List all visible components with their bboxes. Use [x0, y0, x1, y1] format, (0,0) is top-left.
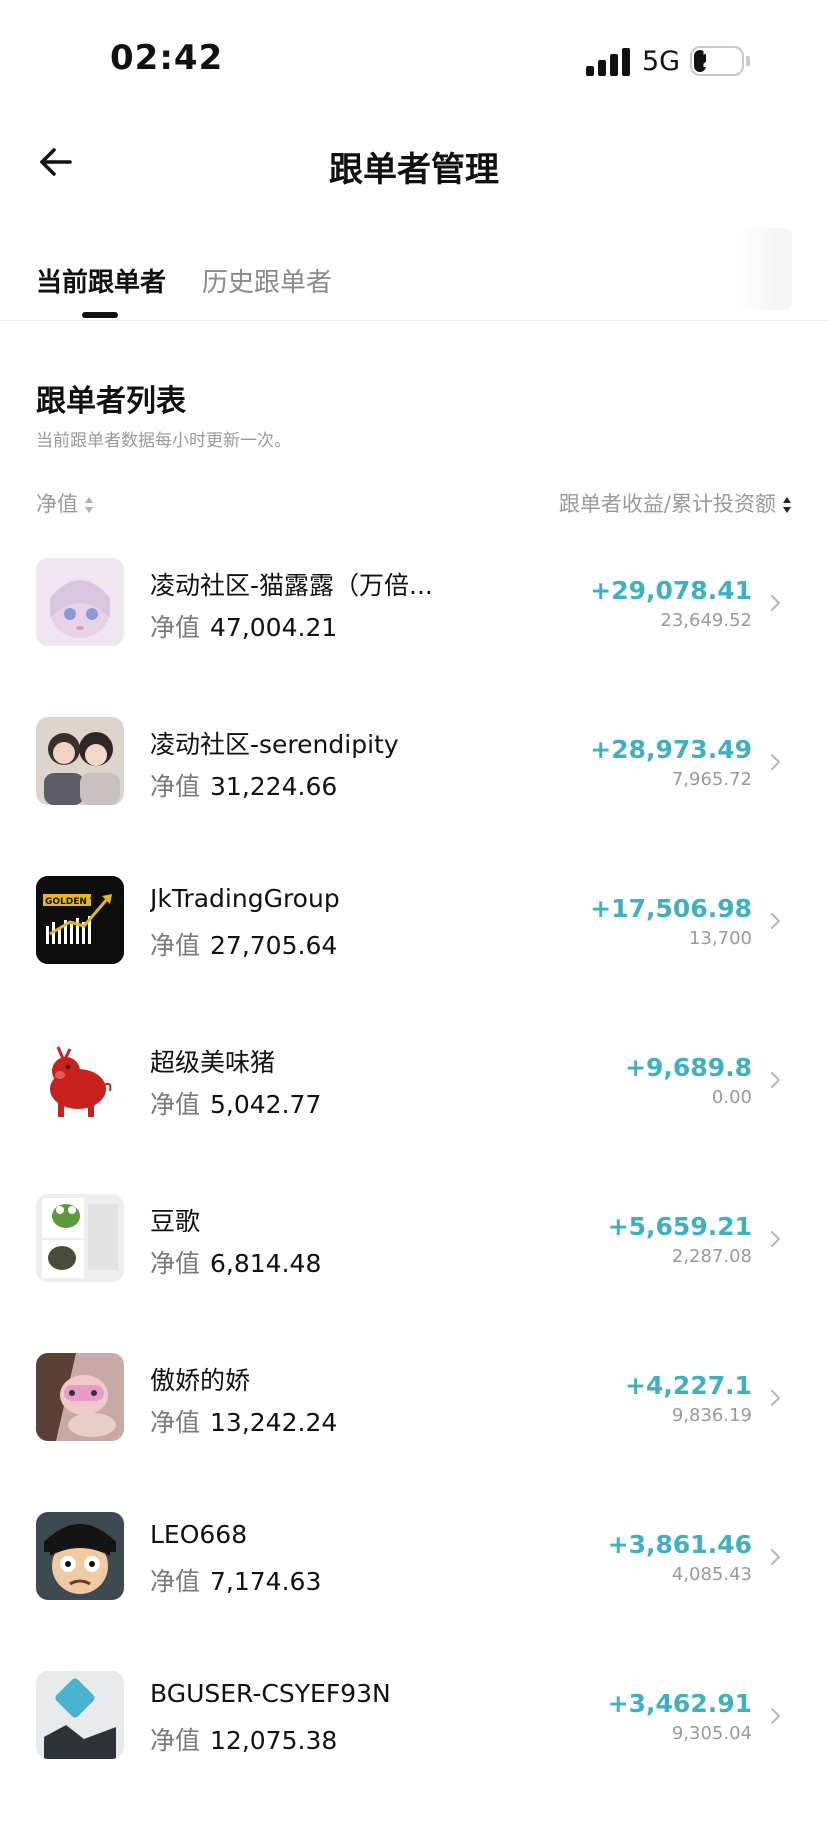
anime-girl-avatar: [36, 558, 124, 646]
follower-invested: 4,085.43: [671, 1564, 752, 1585]
network-type: 5G: [642, 46, 681, 77]
follower-profit: +3,462.91: [607, 1689, 752, 1718]
cellular-signal-icon: [586, 48, 630, 76]
chevron-right-icon: [771, 1390, 780, 1406]
section-title: 跟单者列表: [36, 384, 186, 419]
follower-row[interactable]: 凌动社区-猫露露（万倍... 净值 47,004.21 +29,078.41 23…: [0, 558, 828, 717]
follower-invested: 2,287.08: [671, 1246, 752, 1267]
follower-profit: +28,973.49: [590, 735, 752, 764]
chevron-right-icon: [771, 754, 780, 770]
equity-label: 净值: [150, 1567, 201, 1596]
equity-value: 27,705.64: [210, 931, 338, 960]
follower-name: JkTradingGroup: [150, 884, 340, 913]
equity-label: 净值: [150, 1249, 201, 1278]
follower-name: 超级美味猪: [150, 1048, 276, 1077]
active-tab-indicator: [82, 312, 118, 318]
column-label-profit: 跟单者收益/累计投资额: [558, 492, 776, 516]
default-user-avatar: [36, 1671, 124, 1759]
follower-equity: 净值 5,042.77: [150, 1085, 321, 1121]
follower-profit: +4,227.1: [625, 1371, 752, 1400]
follower-equity: 净值 6,814.48: [150, 1244, 321, 1280]
follower-name: 豆歌: [150, 1207, 201, 1236]
follower-equity: 净值 12,075.38: [150, 1721, 337, 1757]
follower-invested: 23,649.52: [660, 610, 752, 631]
follower-equity: 净值 47,004.21: [150, 608, 337, 644]
chevron-right-icon: [771, 1708, 780, 1724]
equity-label: 净值: [150, 613, 201, 642]
chevron-right-icon: [771, 595, 780, 611]
equity-label: 净值: [150, 1408, 201, 1437]
follower-row[interactable]: LEO668 净值 7,174.63 +3,861.46 4,085.43: [0, 1512, 828, 1671]
chevron-right-icon: [771, 1549, 780, 1565]
equity-value: 5,042.77: [210, 1090, 322, 1119]
column-label-equity: 净值: [36, 492, 78, 516]
follower-name: 凌动社区-serendipity: [150, 730, 399, 759]
follower-equity: 净值 27,705.64: [150, 926, 337, 962]
battery-level: 26: [701, 48, 733, 73]
follower-equity: 净值 31,224.66: [150, 767, 337, 803]
follower-profit: +9,689.8: [625, 1053, 752, 1082]
equity-value: 7,174.63: [210, 1567, 322, 1596]
follower-row[interactable]: 凌动社区-serendipity 净值 31,224.66 +28,973.49 …: [0, 717, 828, 876]
follower-invested: 7,965.72: [671, 769, 752, 790]
equity-label: 净值: [150, 772, 201, 801]
follower-profit: +29,078.41: [590, 576, 752, 605]
equity-label: 净值: [150, 1726, 201, 1755]
red-pig-avatar: [36, 1035, 124, 1123]
chevron-right-icon: [771, 1231, 780, 1247]
follower-invested: 0.00: [711, 1087, 752, 1108]
equity-label: 净值: [150, 931, 201, 960]
page-header: 跟单者管理: [0, 120, 828, 212]
section-subtitle: 当前跟单者数据每小时更新一次。: [36, 431, 291, 451]
status-time: 02:42: [110, 38, 224, 78]
follower-profit: +17,506.98: [590, 894, 752, 923]
equity-value: 47,004.21: [210, 613, 338, 642]
follower-row[interactable]: 傲娇的娇 净值 13,242.24 +4,227.1 9,836.19: [0, 1353, 828, 1512]
follower-invested: 9,305.04: [671, 1723, 752, 1744]
follower-row[interactable]: BGUSER-CSYEF93N 净值 12,075.38 +3,462.91 9,…: [0, 1671, 828, 1830]
follower-equity: 净值 13,242.24: [150, 1403, 337, 1439]
equity-value: 6,814.48: [210, 1249, 322, 1278]
follower-invested: 9,836.19: [671, 1405, 752, 1426]
follower-row[interactable]: GOLDEN TRADE JkTradingGroup 净值 27,705.64 …: [0, 876, 828, 1035]
follower-name: BGUSER-CSYEF93N: [150, 1679, 391, 1708]
frog-meme-avatar: [36, 1194, 124, 1282]
follower-profit: +3,861.46: [607, 1530, 752, 1559]
sort-by-equity[interactable]: 净值: [36, 488, 94, 518]
page-title: 跟单者管理: [329, 150, 499, 190]
status-bar: 02:42 5G 26: [0, 0, 828, 120]
follower-invested: 13,700: [689, 928, 752, 949]
equity-value: 12,075.38: [210, 1726, 338, 1755]
equity-value: 13,242.24: [210, 1408, 338, 1437]
logo-text: GOLDEN TRADE: [45, 897, 124, 907]
follower-list: 凌动社区-猫露露（万倍... 净值 47,004.21 +29,078.41 23…: [0, 558, 828, 1830]
follower-name: LEO668: [150, 1520, 248, 1549]
chevron-right-icon: [771, 913, 780, 929]
couple-photo-avatar: [36, 717, 124, 805]
tab-scroll-fade: [738, 228, 792, 310]
selfie-avatar: [36, 1353, 124, 1441]
follower-equity: 净值 7,174.63: [150, 1562, 321, 1598]
follower-name: 凌动社区-猫露露（万倍...: [150, 571, 433, 600]
battery-icon: 26: [690, 46, 744, 76]
follower-row[interactable]: 超级美味猪 净值 5,042.77 +9,689.8 0.00: [0, 1035, 828, 1194]
follower-profit: +5,659.21: [607, 1212, 752, 1241]
tab-current-followers[interactable]: 当前跟单者: [36, 262, 166, 299]
follower-name: 傲娇的娇: [150, 1366, 251, 1395]
equity-label: 净值: [150, 1090, 201, 1119]
tab-history-followers[interactable]: 历史跟单者: [202, 262, 332, 299]
cartoon-face-avatar: [36, 1512, 124, 1600]
sort-desc-icon: [782, 497, 792, 513]
golden-trade-logo-avatar: GOLDEN TRADE: [36, 876, 124, 964]
tab-bar: 当前跟单者 历史跟单者: [0, 228, 828, 321]
equity-value: 31,224.66: [210, 772, 338, 801]
sort-by-profit[interactable]: 跟单者收益/累计投资额: [559, 488, 792, 518]
follower-row[interactable]: 豆歌 净值 6,814.48 +5,659.21 2,287.08: [0, 1194, 828, 1353]
chevron-right-icon: [771, 1072, 780, 1088]
sort-icon: [84, 497, 94, 513]
